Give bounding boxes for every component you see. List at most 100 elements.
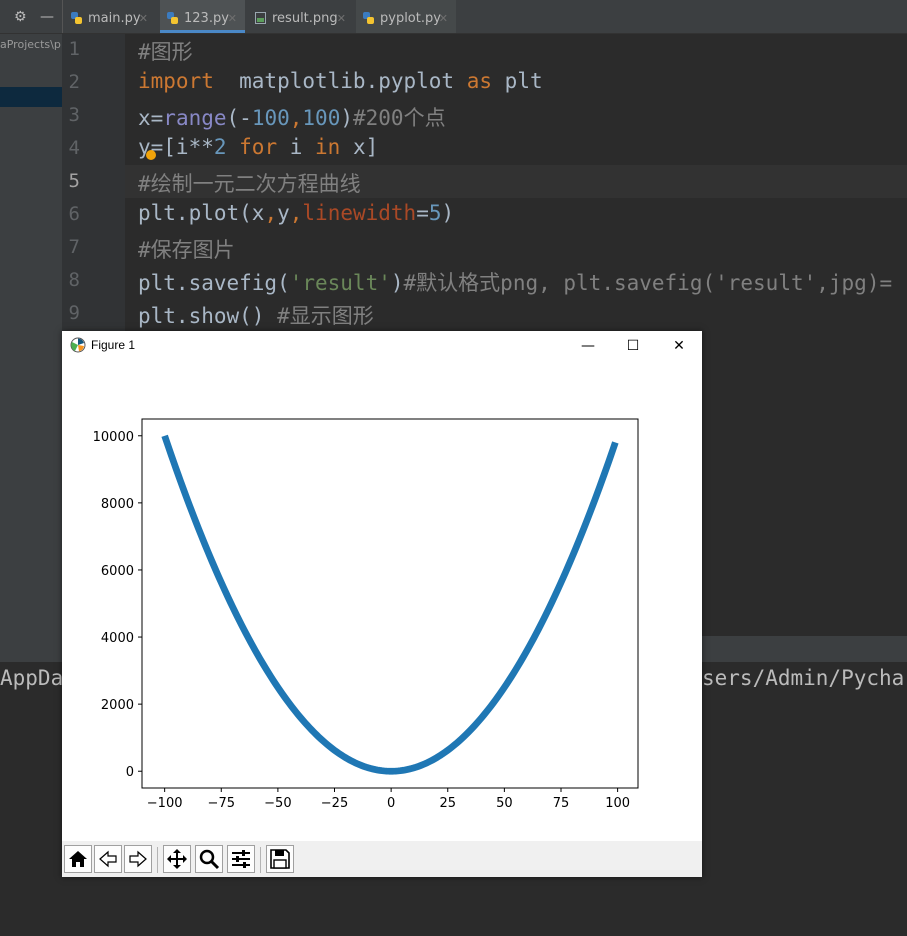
line-number: 8: [68, 269, 80, 291]
x-tick-label: 0: [387, 796, 395, 811]
arrow-right-icon: [129, 850, 147, 868]
tab-result-png[interactable]: result.png ✕: [248, 0, 354, 33]
close-icon[interactable]: ✕: [139, 0, 148, 38]
forward-button[interactable]: [124, 845, 152, 873]
code-token: #图形: [138, 40, 193, 64]
code-token: 'result': [289, 271, 391, 295]
close-icon[interactable]: ✕: [337, 0, 346, 38]
code-line-2[interactable]: import matplotlib.pyplot as plt: [138, 69, 543, 93]
tab-label: main.py: [88, 11, 141, 26]
code-token: import: [138, 69, 214, 93]
line-number: 6: [68, 203, 80, 225]
code-token: plt: [492, 69, 543, 93]
x-tick-label: 25: [439, 796, 456, 811]
editor-tab-bar: ⚙ — main.py ✕ 123.py ✕ result.png ✕ pypl…: [0, 0, 907, 34]
code-token: range: [163, 106, 227, 130]
home-button[interactable]: [64, 845, 92, 873]
pan-button[interactable]: [163, 845, 191, 873]
tab-label: result.png: [272, 11, 338, 26]
code-token: 100: [302, 106, 341, 130]
x-tick-label: −100: [147, 796, 183, 811]
code-token: as: [466, 69, 493, 93]
y-tick-label: 0: [126, 765, 134, 780]
code-token: i: [277, 135, 303, 159]
line-number: 4: [68, 137, 80, 159]
window-titlebar[interactable]: Figure 1 — ☐ ✕: [62, 331, 702, 361]
code-token: #200个点: [353, 106, 446, 130]
image-file-icon: [255, 12, 266, 24]
sliders-icon: [232, 850, 250, 868]
code-line-1[interactable]: #图形: [138, 36, 193, 66]
x-tick-label: 100: [605, 796, 630, 811]
plot-axes-frame: [141, 418, 639, 789]
toolbar-separator: [157, 847, 158, 873]
tab-divider: [62, 0, 63, 33]
navigation-toolbar: [62, 841, 702, 877]
y-tick-label: 2000: [101, 698, 134, 713]
code-line-8[interactable]: plt.savefig('result')#默认格式png, plt.savef…: [138, 267, 892, 297]
code-token: #保存图片: [138, 238, 235, 262]
python-file-icon: [363, 12, 374, 24]
code-token: ,: [289, 201, 303, 225]
python-file-icon: [71, 12, 82, 24]
code-line-3[interactable]: x=range(-100,100)#200个点: [138, 102, 446, 132]
code-token: y: [277, 201, 290, 225]
x-tick-label: 50: [496, 796, 513, 811]
code-token: ,: [264, 201, 278, 225]
configure-subplots-button[interactable]: [227, 845, 255, 873]
minus-icon[interactable]: —: [40, 10, 54, 24]
tab-123-py[interactable]: 123.py ✕: [160, 0, 245, 33]
code-token: x=: [138, 106, 164, 130]
gear-icon[interactable]: ⚙: [14, 10, 27, 24]
back-button[interactable]: [94, 845, 122, 873]
x-tick-label: −25: [321, 796, 348, 811]
python-file-icon: [167, 12, 178, 24]
toolbar-separator: [260, 847, 261, 873]
line-number: 9: [68, 302, 80, 324]
tab-label: 123.py: [184, 11, 229, 26]
code-token: for: [226, 135, 278, 159]
code-token: plt.show(): [138, 304, 278, 328]
matplotlib-figure-window[interactable]: Figure 1 — ☐ ✕ −100 −75 −50 −25 0 25 50 75 100 0 2…: [62, 331, 702, 877]
close-icon[interactable]: ✕: [228, 0, 237, 38]
tab-pyplot-py[interactable]: pyplot.py ✕: [356, 0, 456, 33]
project-path: aProjects\p: [0, 38, 61, 51]
tab-main-py[interactable]: main.py ✕: [64, 0, 156, 33]
line-number: 5: [68, 170, 80, 192]
y-tick-label: 6000: [101, 564, 134, 579]
lightbulb-icon[interactable]: [146, 150, 156, 160]
magnifier-icon: [199, 849, 220, 870]
x-tick-label: 75: [553, 796, 570, 811]
matplotlib-logo-icon: [70, 337, 86, 353]
project-selected-row[interactable]: [0, 87, 62, 107]
code-token: matplotlib.pyplot: [213, 69, 467, 93]
x-tick-label: −75: [208, 796, 235, 811]
code-token: ): [340, 106, 353, 130]
code-token: 2: [213, 135, 227, 159]
code-token: x]: [340, 135, 379, 159]
minimize-button[interactable]: —: [573, 334, 603, 358]
close-icon[interactable]: ✕: [439, 0, 448, 38]
line-number: 7: [68, 236, 80, 258]
code-token: ): [441, 201, 455, 225]
code-token: in: [302, 135, 341, 159]
project-panel: aProjects\p: [0, 34, 63, 636]
code-line-7[interactable]: #保存图片: [138, 234, 235, 264]
code-token: #绘制一元二次方程曲线: [138, 172, 361, 196]
zoom-button[interactable]: [195, 845, 223, 873]
maximize-button[interactable]: ☐: [618, 334, 648, 358]
plot-canvas[interactable]: −100 −75 −50 −25 0 25 50 75 100 0 2000 4000 6000 8000…: [62, 361, 702, 841]
code-line-6[interactable]: plt.plot(x,y,linewidth=5): [138, 201, 454, 225]
save-button[interactable]: [266, 845, 294, 873]
x-tick-label: −50: [264, 796, 291, 811]
line-number: 2: [68, 71, 80, 93]
code-token: =: [416, 201, 429, 225]
code-line-9[interactable]: plt.show() #显示图形: [138, 300, 374, 330]
close-window-button[interactable]: ✕: [664, 334, 694, 358]
code-token: linewidth: [302, 201, 417, 225]
code-line-4[interactable]: y=[i**2 for i in x]: [138, 135, 378, 159]
code-line-5[interactable]: #绘制一元二次方程曲线: [138, 168, 361, 198]
window-title: Figure 1: [91, 338, 136, 352]
floppy-disk-icon: [270, 849, 290, 869]
code-token: ,: [289, 106, 303, 130]
